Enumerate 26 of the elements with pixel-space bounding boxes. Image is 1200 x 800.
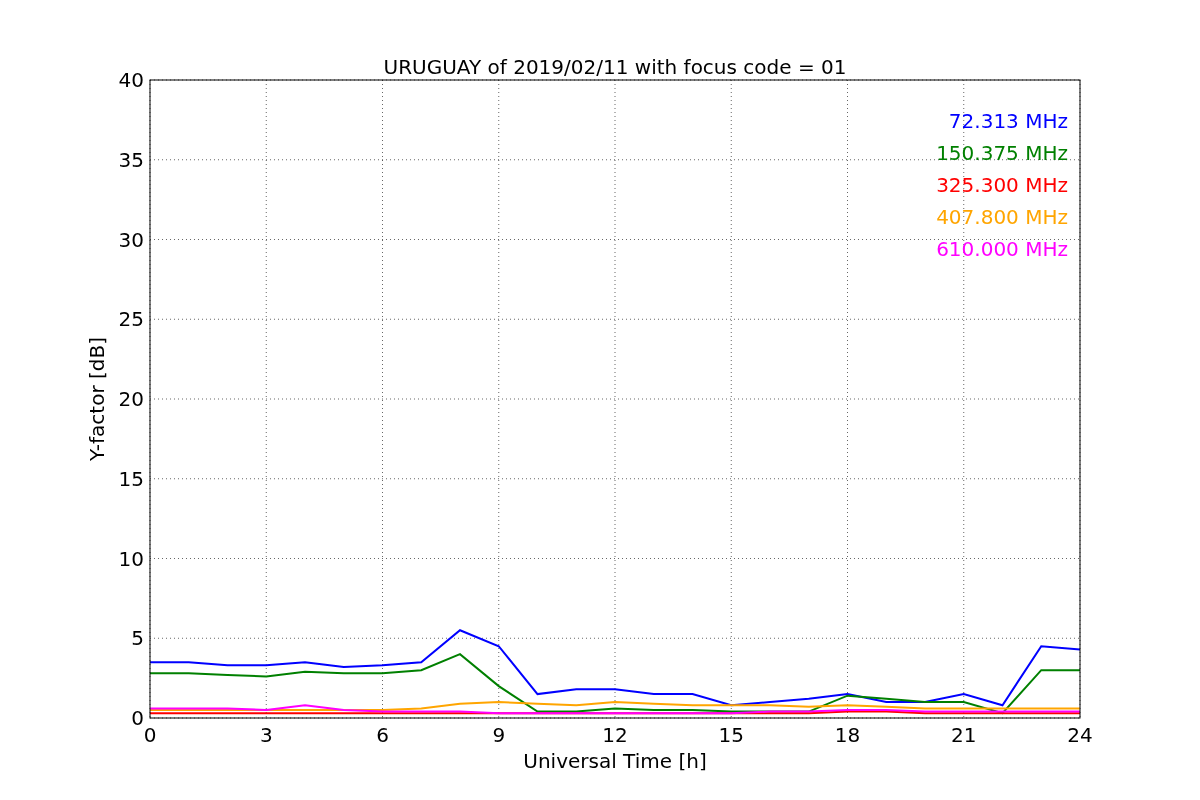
x-tick-label: 3 bbox=[259, 723, 273, 747]
legend-label: 325.300 MHz bbox=[936, 173, 1068, 197]
y-tick-label: 10 bbox=[118, 546, 144, 571]
x-tick-label: 6 bbox=[376, 723, 389, 747]
y-tick-label: 35 bbox=[118, 147, 144, 172]
x-tick-label: 21 bbox=[951, 723, 977, 747]
y-tick-label: 5 bbox=[131, 626, 144, 651]
x-tick-label: 24 bbox=[1067, 723, 1093, 747]
y-tick-label: 0 bbox=[131, 706, 144, 730]
x-tick-label: 0 bbox=[143, 723, 157, 747]
legend-label: 150.375 MHz bbox=[936, 141, 1068, 165]
chart-title: URUGUAY of 2019/02/11 with focus code = 01 bbox=[383, 55, 847, 79]
legend-label: 407.800 MHz bbox=[936, 205, 1068, 229]
x-tick-label: 12 bbox=[602, 723, 628, 747]
legend-label: 610.000 MHz bbox=[936, 237, 1068, 261]
x-tick-label: 15 bbox=[718, 723, 744, 747]
y-tick-label: 20 bbox=[118, 387, 144, 411]
x-tick-label: 9 bbox=[492, 723, 506, 747]
y-tick-label: 25 bbox=[118, 307, 144, 332]
legend-label: 72.313 MHz bbox=[948, 109, 1068, 133]
y-axis-label: Y-factor [dB] bbox=[85, 337, 109, 461]
x-tick-label: 18 bbox=[834, 723, 861, 747]
y-tick-label: 30 bbox=[118, 227, 144, 252]
x-axis-label: Universal Time [h] bbox=[523, 749, 707, 773]
y-tick-label: 15 bbox=[118, 466, 144, 491]
y-tick-label: 40 bbox=[118, 68, 144, 92]
